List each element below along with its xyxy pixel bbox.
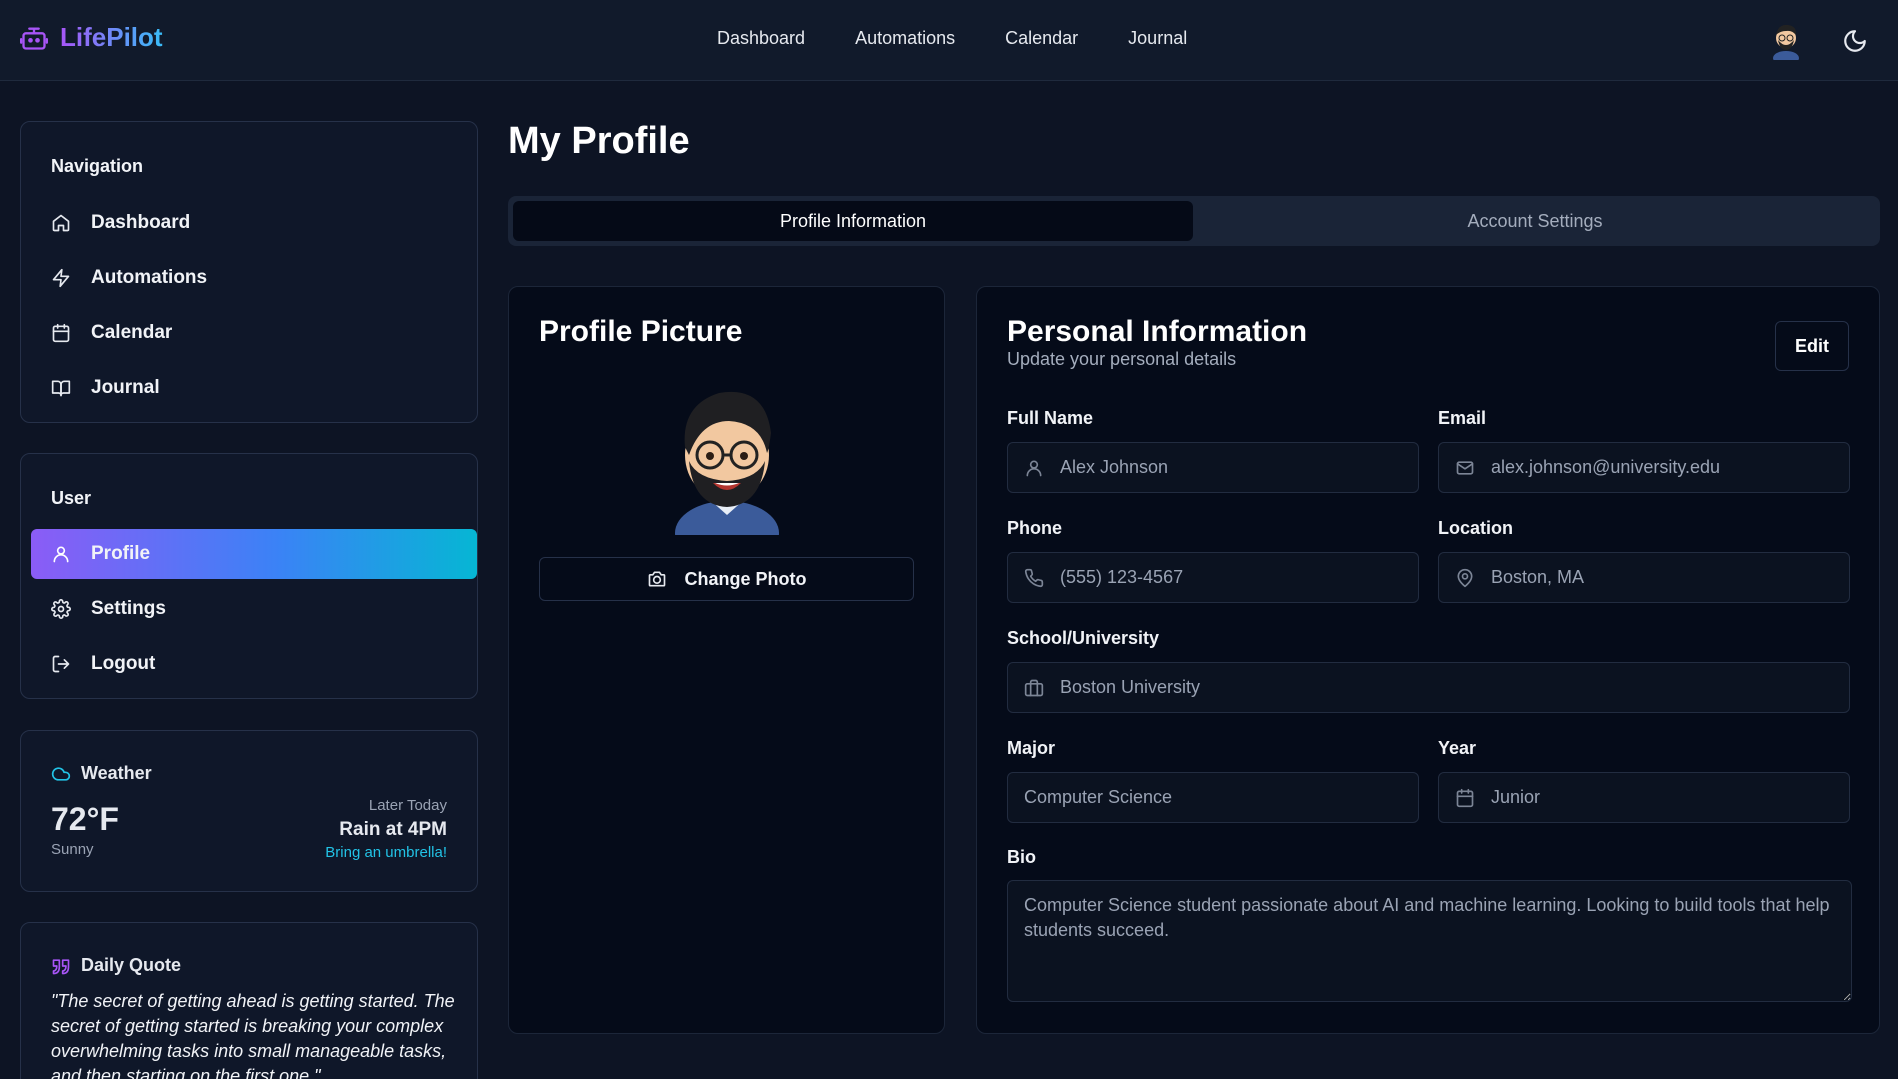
user-icon bbox=[1026, 460, 1042, 476]
profile-avatar bbox=[675, 391, 779, 535]
sidebar-item-label: Journal bbox=[91, 377, 160, 398]
weather-later-label: Later Today bbox=[368, 797, 447, 814]
weather-temperature: 72°F bbox=[51, 801, 119, 837]
logout-icon bbox=[52, 655, 70, 673]
book-icon bbox=[51, 380, 71, 397]
sidebar-item-label: Logout bbox=[91, 653, 156, 674]
weather-condition: Sunny bbox=[51, 841, 94, 858]
year-input[interactable] bbox=[1491, 787, 1849, 808]
quote-title: Daily Quote bbox=[51, 955, 181, 976]
sidebar-item-calendar[interactable]: Calendar bbox=[31, 308, 477, 358]
bio-textarea[interactable]: Computer Science student passionate abou… bbox=[1007, 880, 1852, 1002]
brand-logo[interactable]: LifePilot bbox=[20, 22, 163, 53]
full-name-input[interactable] bbox=[1060, 457, 1418, 478]
edit-button[interactable]: Edit bbox=[1775, 321, 1849, 371]
school-input[interactable] bbox=[1060, 677, 1849, 698]
tab-account-settings[interactable]: Account Settings bbox=[1195, 201, 1875, 241]
profile-tabs: Profile Information Account Settings bbox=[508, 196, 1880, 246]
top-navigation: Dashboard Automations Calendar Journal bbox=[717, 28, 1187, 49]
bio-label: Bio bbox=[1007, 847, 1036, 867]
phone-icon bbox=[1024, 568, 1044, 587]
navigation-heading: Navigation bbox=[51, 156, 144, 176]
major-label: Major bbox=[1007, 738, 1056, 758]
topnav-journal[interactable]: Journal bbox=[1128, 28, 1187, 49]
moon-icon[interactable] bbox=[1842, 28, 1868, 54]
sidebar-item-journal[interactable]: Journal bbox=[31, 363, 477, 413]
weather-forecast: Rain at 4PM bbox=[339, 819, 447, 840]
zap-icon bbox=[52, 268, 70, 288]
topnav-calendar[interactable]: Calendar bbox=[1005, 28, 1078, 49]
profile-picture-panel: Profile Picture Change Photo bbox=[508, 286, 945, 1034]
mail-icon bbox=[1456, 460, 1474, 475]
camera-icon bbox=[648, 571, 665, 587]
sidebar-user-card: User Profile Settings Logout bbox=[20, 453, 478, 699]
weather-tip: Bring an umbrella! bbox=[325, 844, 447, 861]
location-label: Location bbox=[1438, 518, 1513, 538]
location-input[interactable] bbox=[1491, 567, 1849, 588]
location-field[interactable] bbox=[1438, 552, 1850, 603]
topnav-dashboard[interactable]: Dashboard bbox=[717, 28, 805, 49]
phone-input[interactable] bbox=[1060, 567, 1418, 588]
sidebar-item-automations[interactable]: Automations bbox=[31, 253, 477, 303]
topnav-automations[interactable]: Automations bbox=[855, 28, 955, 49]
full-name-label: Full Name bbox=[1007, 408, 1094, 428]
profile-picture-title: Profile Picture bbox=[539, 315, 743, 348]
user-avatar[interactable] bbox=[1768, 20, 1804, 60]
personal-information-subtitle: Update your personal details bbox=[1007, 349, 1237, 369]
personal-information-title: Personal Information bbox=[1007, 315, 1308, 348]
quote-text: "The secret of getting ahead is getting … bbox=[51, 991, 455, 1079]
year-field[interactable] bbox=[1438, 772, 1850, 823]
daily-quote-card: Daily Quote "The secret of getting ahead… bbox=[20, 922, 478, 1079]
cloud-icon bbox=[51, 766, 71, 781]
sidebar-item-label: Automations bbox=[91, 267, 208, 288]
quote-icon bbox=[52, 958, 70, 974]
sidebar-item-logout[interactable]: Logout bbox=[31, 639, 477, 689]
page-title: My Profile bbox=[508, 120, 690, 162]
user-heading: User bbox=[51, 488, 92, 508]
school-field[interactable] bbox=[1007, 662, 1850, 713]
personal-information-panel: Personal Information Update your persona… bbox=[976, 286, 1880, 1034]
major-input[interactable] bbox=[1024, 787, 1418, 808]
sidebar-navigation-card: Navigation Dashboard Automations Calenda… bbox=[20, 121, 478, 423]
phone-label: Phone bbox=[1007, 518, 1063, 538]
calendar-icon bbox=[52, 323, 70, 343]
calendar-icon bbox=[1456, 788, 1474, 807]
sidebar-item-label: Profile bbox=[91, 543, 151, 564]
sidebar-item-label: Settings bbox=[91, 598, 166, 619]
email-label: Email bbox=[1438, 408, 1487, 428]
sidebar-item-label: Calendar bbox=[91, 322, 173, 343]
home-icon bbox=[52, 214, 70, 232]
sidebar-item-label: Dashboard bbox=[91, 212, 191, 233]
tab-profile-information[interactable]: Profile Information bbox=[513, 201, 1193, 241]
full-name-field[interactable] bbox=[1007, 442, 1419, 493]
year-label: Year bbox=[1438, 738, 1477, 758]
major-field[interactable] bbox=[1007, 772, 1419, 823]
weather-title: Weather bbox=[51, 763, 152, 784]
email-input[interactable] bbox=[1491, 457, 1849, 478]
gear-icon bbox=[51, 599, 71, 619]
app-name: LifePilot bbox=[60, 22, 163, 52]
sidebar-item-settings[interactable]: Settings bbox=[31, 584, 477, 634]
sidebar-item-dashboard[interactable]: Dashboard bbox=[31, 198, 477, 248]
briefcase-icon bbox=[1024, 679, 1044, 696]
bot-icon bbox=[20, 27, 48, 50]
school-label: School/University bbox=[1007, 628, 1160, 648]
email-field[interactable] bbox=[1438, 442, 1850, 493]
weather-card: Weather 72°F Sunny Later Today Rain at 4… bbox=[20, 730, 478, 892]
phone-field[interactable] bbox=[1007, 552, 1419, 603]
top-bar: LifePilot Dashboard Automations Calendar… bbox=[0, 0, 1898, 81]
user-icon bbox=[53, 546, 69, 563]
map-pin-icon bbox=[1457, 568, 1473, 587]
sidebar-item-profile[interactable]: Profile bbox=[31, 529, 477, 579]
change-photo-button[interactable]: Change Photo bbox=[539, 557, 914, 601]
